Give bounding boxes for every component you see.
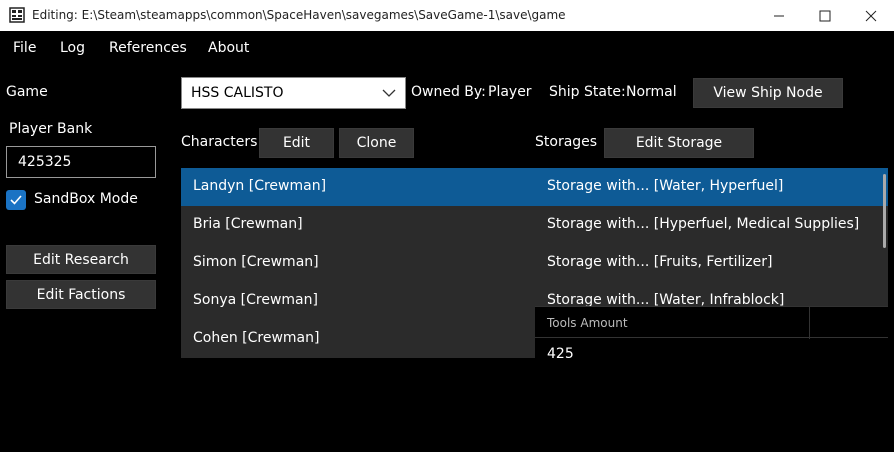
menu-file[interactable]: File xyxy=(13,40,36,56)
edit-character-button[interactable]: Edit xyxy=(259,128,334,158)
player-bank-input[interactable]: 425325 xyxy=(6,146,156,178)
edit-factions-button[interactable]: Edit Factions xyxy=(6,280,156,309)
owned-by-label: Owned By: xyxy=(411,84,486,100)
character-name: Simon [Crewman] xyxy=(193,254,319,270)
column-divider[interactable] xyxy=(809,307,810,339)
storage-name: Storage with... [Fruits, Fertilizer] xyxy=(547,254,773,270)
storage-name: Storage with... [Water, Hyperfuel] xyxy=(547,178,784,194)
list-item[interactable]: Storage with... [Fruits, Fertilizer] xyxy=(535,244,888,282)
storages-scrollbar[interactable] xyxy=(883,174,886,248)
ship-state-value: Normal xyxy=(626,84,677,100)
character-name: Cohen [Crewman] xyxy=(193,330,320,346)
game-label: Game xyxy=(6,84,48,100)
player-bank-label: Player Bank xyxy=(9,121,93,137)
edit-storage-button[interactable]: Edit Storage xyxy=(604,128,754,158)
list-item[interactable]: Storage with... [Hyperfuel, Medical Supp… xyxy=(535,206,888,244)
storages-label: Storages xyxy=(535,134,598,150)
character-name: Landyn [Crewman] xyxy=(193,178,327,194)
close-button[interactable] xyxy=(848,0,894,31)
checkmark-icon xyxy=(10,195,22,205)
menu-bar: File Log References About xyxy=(0,31,894,63)
sandbox-checkbox[interactable] xyxy=(6,190,26,210)
app-icon xyxy=(9,7,25,23)
owned-by-value: Player xyxy=(488,84,532,100)
sandbox-label: SandBox Mode xyxy=(34,191,138,207)
storages-list: Storage with... [Water, Hyperfuel] Stora… xyxy=(535,168,888,306)
player-bank-value: 425325 xyxy=(18,154,72,170)
minimize-icon xyxy=(774,15,784,16)
window-title: Editing: E:\Steam\steamapps\common\Space… xyxy=(32,8,566,22)
storage-name: Storage with... [Water, Infrablock] xyxy=(547,292,785,306)
menu-about[interactable]: About xyxy=(208,40,249,56)
chevron-down-icon xyxy=(382,89,396,97)
close-icon xyxy=(865,10,877,21)
list-item[interactable]: Storage with... [Water, Infrablock] xyxy=(535,282,888,306)
characters-label: Characters xyxy=(181,134,258,150)
character-name: Sonya [Crewman] xyxy=(193,292,318,308)
ship-select[interactable]: HSS CALISTO xyxy=(181,77,406,109)
minimize-button[interactable] xyxy=(756,0,802,31)
menu-references[interactable]: References xyxy=(109,40,187,56)
list-item[interactable]: Sonya [Crewman] xyxy=(181,282,535,320)
list-item[interactable]: Landyn [Crewman] xyxy=(181,168,535,206)
title-bar: Editing: E:\Steam\steamapps\common\Space… xyxy=(0,0,894,31)
list-item[interactable]: Bria [Crewman] xyxy=(181,206,535,244)
character-name: Bria [Crewman] xyxy=(193,216,303,232)
clone-character-button[interactable]: Clone xyxy=(339,128,414,158)
tools-amount-cell[interactable]: 425 xyxy=(547,346,574,362)
characters-list: Landyn [Crewman] Bria [Crewman] Simon [C… xyxy=(181,168,535,358)
view-ship-node-button[interactable]: View Ship Node xyxy=(693,78,843,108)
ship-select-value: HSS CALISTO xyxy=(191,85,284,101)
storage-name: Storage with... [Hyperfuel, Medical Supp… xyxy=(547,216,860,232)
list-item[interactable]: Simon [Crewman] xyxy=(181,244,535,282)
edit-research-button[interactable]: Edit Research xyxy=(6,245,156,274)
tools-grid-header: Tools Amount xyxy=(535,306,888,339)
maximize-button[interactable] xyxy=(802,0,848,31)
list-item[interactable]: Cohen [Crewman] xyxy=(181,320,535,358)
ship-state-label: Ship State: xyxy=(549,84,626,100)
menu-log[interactable]: Log xyxy=(60,40,85,56)
maximize-icon xyxy=(819,10,831,21)
tools-amount-header[interactable]: Tools Amount xyxy=(547,316,628,330)
list-item[interactable]: Storage with... [Water, Hyperfuel] xyxy=(535,168,888,206)
